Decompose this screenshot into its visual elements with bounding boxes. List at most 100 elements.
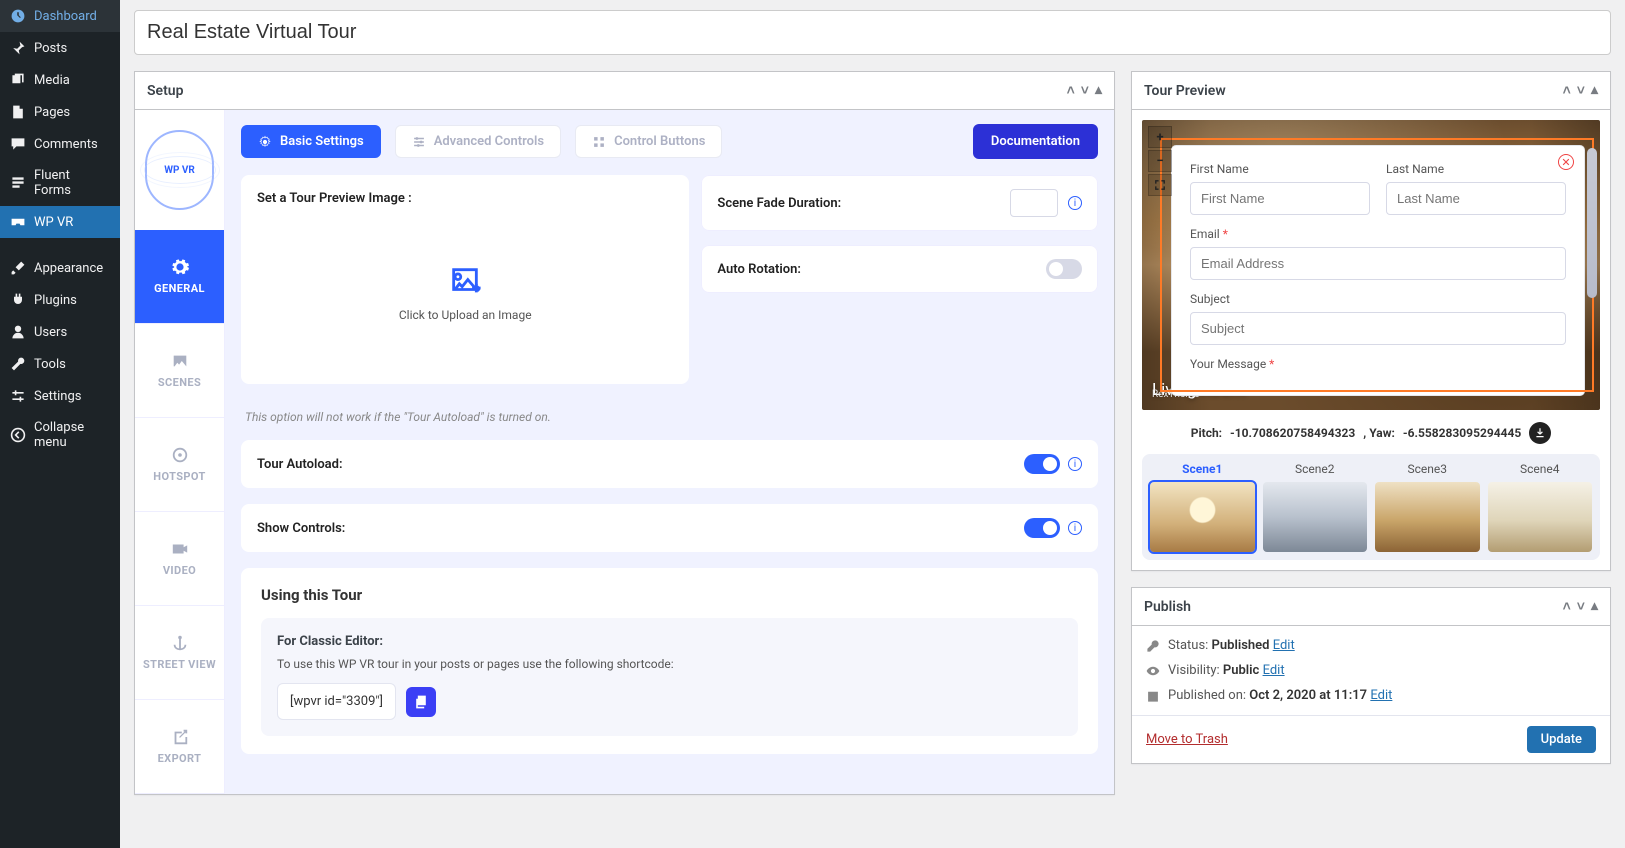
- sidebar-item-comments[interactable]: Comments: [0, 128, 120, 160]
- show-controls-toggle[interactable]: [1024, 518, 1060, 538]
- pill-label: Advanced Controls: [434, 134, 544, 149]
- copy-shortcode-button[interactable]: [406, 687, 436, 717]
- tab-scenes[interactable]: SCENES: [135, 324, 224, 418]
- panel-down-icon[interactable]: ˅: [1081, 82, 1089, 99]
- fullscreen-icon: [1153, 178, 1167, 192]
- info-icon[interactable]: i: [1068, 457, 1082, 471]
- sidebar-item-settings[interactable]: Settings: [0, 380, 120, 412]
- fullscreen-button[interactable]: [1148, 174, 1172, 196]
- tour-autoload-toggle[interactable]: [1024, 454, 1060, 474]
- zoom-out-button[interactable]: −: [1148, 150, 1172, 172]
- scene-1[interactable]: Scene1: [1150, 462, 1255, 552]
- scene-thumbnails: Scene1 Scene2 Scene3 Scene4: [1142, 454, 1600, 560]
- publish-status-row: Status: Published Edit: [1146, 638, 1596, 653]
- sidebar-item-media[interactable]: Media: [0, 64, 120, 96]
- edit-status-link[interactable]: Edit: [1273, 638, 1295, 653]
- page-icon: [10, 104, 26, 120]
- edit-visibility-link[interactable]: Edit: [1263, 663, 1285, 678]
- user-icon: [10, 324, 26, 340]
- sidebar-item-collapse[interactable]: Collapse menu: [0, 412, 120, 458]
- scene-thumb: [1488, 482, 1593, 552]
- tab-street-view[interactable]: STREET VIEW: [135, 606, 224, 700]
- fade-duration-input[interactable]: [1010, 189, 1058, 217]
- tab-video[interactable]: VIDEO: [135, 512, 224, 606]
- documentation-button[interactable]: Documentation: [973, 124, 1098, 159]
- gear-icon: [171, 258, 189, 276]
- panorama-viewer[interactable]: + − ✕ First Name: [1142, 120, 1600, 410]
- vr-icon: [10, 214, 26, 230]
- download-icon: [1534, 427, 1546, 439]
- plug-icon: [10, 292, 26, 308]
- scene-label: Scene1: [1150, 462, 1255, 476]
- form-icon: [10, 175, 26, 191]
- sidebar-item-label: Pages: [34, 105, 70, 120]
- tour-autoload-label: Tour Autoload:: [257, 457, 343, 472]
- scene-2[interactable]: Scene2: [1263, 462, 1368, 552]
- upload-preview-image[interactable]: Click to Upload an Image: [257, 218, 673, 368]
- tab-hotspot[interactable]: HOTSPOT: [135, 418, 224, 512]
- tour-title-input[interactable]: [134, 10, 1611, 55]
- panel-up-icon[interactable]: ˄: [1563, 82, 1571, 99]
- scene-label: Scene3: [1375, 462, 1480, 476]
- download-coords-button[interactable]: [1529, 422, 1551, 444]
- sidebar-item-label: Posts: [34, 41, 67, 56]
- sidebar-item-appearance[interactable]: Appearance: [0, 252, 120, 284]
- edit-date-link[interactable]: Edit: [1370, 688, 1392, 703]
- modal-scrollbar[interactable]: [1584, 146, 1600, 392]
- wpvr-vertical-tabs: WP VR GENERAL SCENES HOTSPOT VIDEO STREE…: [135, 110, 225, 794]
- pill-basic-settings[interactable]: Basic Settings: [241, 125, 381, 158]
- upload-text: Click to Upload an Image: [399, 308, 532, 322]
- right-options-card: Scene Fade Duration: i Auto Rotation:: [701, 175, 1098, 384]
- sidebar-item-tools[interactable]: Tools: [0, 348, 120, 380]
- sidebar-item-pages[interactable]: Pages: [0, 96, 120, 128]
- panel-toggle-icon[interactable]: ▴: [1591, 598, 1598, 615]
- sidebar-item-plugins[interactable]: Plugins: [0, 284, 120, 316]
- scene-3[interactable]: Scene3: [1375, 462, 1480, 552]
- move-to-trash-link[interactable]: Move to Trash: [1146, 732, 1228, 747]
- brush-icon: [10, 260, 26, 276]
- auto-rotation-toggle[interactable]: [1046, 259, 1082, 279]
- tab-label: GENERAL: [154, 282, 205, 295]
- grid-icon: [592, 135, 606, 149]
- preview-image-card: Set a Tour Preview Image : Click to Uplo…: [241, 175, 689, 384]
- tab-general[interactable]: GENERAL: [135, 230, 224, 324]
- sidebar-item-dashboard[interactable]: Dashboard: [0, 0, 120, 32]
- sidebar-item-label: Appearance: [34, 261, 103, 276]
- sidebar-item-posts[interactable]: Posts: [0, 32, 120, 64]
- info-icon[interactable]: i: [1068, 196, 1082, 210]
- panel-up-icon[interactable]: ˄: [1563, 598, 1571, 615]
- panel-up-icon[interactable]: ˄: [1067, 82, 1075, 99]
- setup-header: Setup ˄ ˅ ▴: [135, 72, 1114, 110]
- update-button[interactable]: Update: [1527, 726, 1596, 753]
- sidebar-item-users[interactable]: Users: [0, 316, 120, 348]
- collapse-icon: [10, 427, 26, 443]
- preview-note: This option will not work if the "Tour A…: [241, 410, 1098, 424]
- zoom-in-button[interactable]: +: [1148, 126, 1172, 148]
- tab-label: SCENES: [158, 376, 201, 389]
- panel-toggle-icon[interactable]: ▴: [1591, 82, 1598, 99]
- panel-down-icon[interactable]: ˅: [1577, 598, 1585, 615]
- export-icon: [171, 728, 189, 746]
- video-icon: [171, 540, 189, 558]
- eye-icon: [1146, 664, 1160, 678]
- media-icon: [10, 72, 26, 88]
- sidebar-item-label: WP VR: [34, 215, 73, 230]
- tour-preview-panel: Tour Preview ˄ ˅ ▴ + −: [1131, 71, 1611, 571]
- wrench-icon: [10, 356, 26, 372]
- sidebar-item-label: Collapse menu: [34, 420, 110, 450]
- info-icon[interactable]: i: [1068, 521, 1082, 535]
- pill-control-buttons[interactable]: Control Buttons: [575, 125, 722, 158]
- sidebar-item-wpvr[interactable]: WP VR: [0, 206, 120, 238]
- shortcode-field[interactable]: [wpvr id="3309"]: [277, 683, 396, 720]
- panel-toggle-icon[interactable]: ▴: [1095, 82, 1102, 99]
- sliders-icon: [412, 135, 426, 149]
- pill-label: Control Buttons: [614, 134, 705, 149]
- tab-export[interactable]: EXPORT: [135, 700, 224, 794]
- scene-label: Scene4: [1488, 462, 1593, 476]
- publish-date-row: Published on: Oct 2, 2020 at 11:17 Edit: [1146, 688, 1596, 703]
- sidebar-item-fluent-forms[interactable]: Fluent Forms: [0, 160, 120, 206]
- scene-4[interactable]: Scene4: [1488, 462, 1593, 552]
- pill-advanced-controls[interactable]: Advanced Controls: [395, 125, 561, 158]
- sidebar-item-label: Media: [34, 73, 70, 88]
- panel-down-icon[interactable]: ˅: [1577, 82, 1585, 99]
